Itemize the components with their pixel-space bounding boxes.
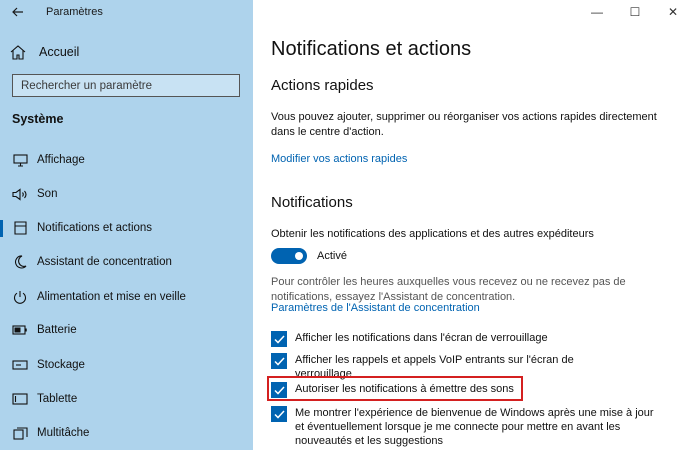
active-indicator: [0, 152, 3, 169]
checkbox[interactable]: [271, 331, 287, 347]
sidebar: Paramètres Accueil Rechercher un paramèt…: [0, 0, 253, 450]
window-controls: — ☐ ✕: [578, 0, 692, 24]
welcome-experience-checkbox-row[interactable]: Me montrer l'expérience de bienvenue de …: [271, 406, 655, 448]
sidebar-item-notifications[interactable]: Notifications et actions: [0, 213, 253, 243]
close-button[interactable]: ✕: [654, 0, 692, 24]
minimize-icon: —: [591, 5, 603, 19]
active-indicator: [0, 425, 3, 442]
checkbox-label: Afficher les notifications dans l'écran …: [295, 332, 548, 344]
titlebar-left: Paramètres: [0, 0, 253, 24]
checkmark-icon: [273, 409, 285, 419]
sidebar-item-label: Stockage: [37, 359, 85, 371]
active-indicator: [0, 322, 3, 339]
notification-icon: [11, 219, 29, 237]
toggle-caption: Obtenir les notifications des applicatio…: [271, 228, 594, 240]
sidebar-item-label: Assistant de concentration: [37, 256, 172, 268]
sidebar-item-label: Alimentation et mise en veille: [37, 291, 186, 303]
active-indicator: [0, 289, 3, 306]
checkmark-icon: [273, 334, 285, 344]
tablet-icon: [11, 390, 29, 408]
section-title: Système: [12, 112, 64, 126]
main-content: — ☐ ✕ Notifications et actions Actions r…: [253, 0, 700, 450]
sidebar-item-stockage[interactable]: Stockage: [0, 350, 253, 380]
home-nav-item[interactable]: Accueil: [10, 42, 79, 62]
close-icon: ✕: [667, 5, 679, 19]
sidebar-item-label: Son: [37, 188, 58, 200]
moon-icon: [11, 253, 29, 271]
focus-description: Pour contrôler les heures auxquelles vou…: [271, 276, 626, 303]
active-indicator: [0, 254, 3, 271]
toggle-knob: [295, 252, 303, 260]
notifications-toggle[interactable]: [271, 248, 307, 264]
quick-actions-description: Vous pouvez ajouter, supprimer ou réorga…: [271, 111, 657, 138]
sidebar-item-son[interactable]: Son: [0, 179, 253, 209]
display-icon: [11, 151, 29, 169]
sidebar-item-label: Batterie: [37, 324, 77, 336]
home-label: Accueil: [39, 45, 80, 59]
page-title: Notifications et actions: [271, 38, 472, 60]
checkbox-label: Me montrer l'expérience de bienvenue de …: [295, 407, 654, 447]
sidebar-item-label: Tablette: [37, 393, 78, 405]
search-input[interactable]: Rechercher un paramètre: [12, 74, 240, 97]
active-indicator: [0, 186, 3, 203]
lockscreen-notifications-checkbox-row[interactable]: Afficher les notifications dans l'écran …: [271, 331, 685, 347]
sidebar-item-batterie[interactable]: Batterie: [0, 315, 253, 345]
app-title: Paramètres: [46, 6, 103, 18]
sidebar-item-label: Multitâche: [37, 427, 90, 439]
sidebar-item-label: Affichage: [37, 154, 85, 166]
checkmark-icon: [273, 356, 285, 366]
sidebar-item-alimentation[interactable]: Alimentation et mise en veille: [0, 282, 253, 312]
focus-assist-settings-link[interactable]: Paramètres de l'Assistant de concentrati…: [271, 302, 480, 314]
toggle-state-label: Activé: [317, 250, 347, 262]
notifications-heading: Notifications: [271, 194, 353, 211]
notifications-toggle-row: Activé: [271, 248, 347, 264]
checkbox[interactable]: [271, 406, 287, 422]
highlight-box: [267, 376, 523, 401]
sidebar-item-concentration[interactable]: Assistant de concentration: [0, 247, 253, 277]
power-icon: [11, 288, 29, 306]
sidebar-item-label: Notifications et actions: [37, 222, 153, 234]
sidebar-item-multitache[interactable]: Multitâche: [0, 418, 253, 448]
active-indicator: [0, 220, 3, 237]
sidebar-item-tablette[interactable]: Tablette: [0, 384, 253, 414]
multitask-icon: [11, 424, 29, 442]
search-placeholder: Rechercher un paramètre: [21, 79, 153, 92]
maximize-icon: ☐: [629, 5, 641, 19]
speaker-icon: [11, 185, 29, 203]
minimize-button[interactable]: —: [578, 0, 616, 24]
checkbox[interactable]: [271, 353, 287, 369]
quick-actions-heading: Actions rapides: [271, 77, 374, 94]
storage-icon: [11, 356, 29, 374]
active-indicator: [0, 391, 3, 408]
back-arrow-icon: [12, 7, 23, 17]
sidebar-item-affichage[interactable]: Affichage: [0, 145, 253, 175]
maximize-button[interactable]: ☐: [616, 0, 654, 24]
back-button[interactable]: [0, 0, 36, 24]
battery-icon: [11, 321, 29, 339]
active-indicator: [0, 357, 3, 374]
edit-quick-actions-link[interactable]: Modifier vos actions rapides: [271, 153, 407, 165]
home-icon: [10, 44, 30, 60]
